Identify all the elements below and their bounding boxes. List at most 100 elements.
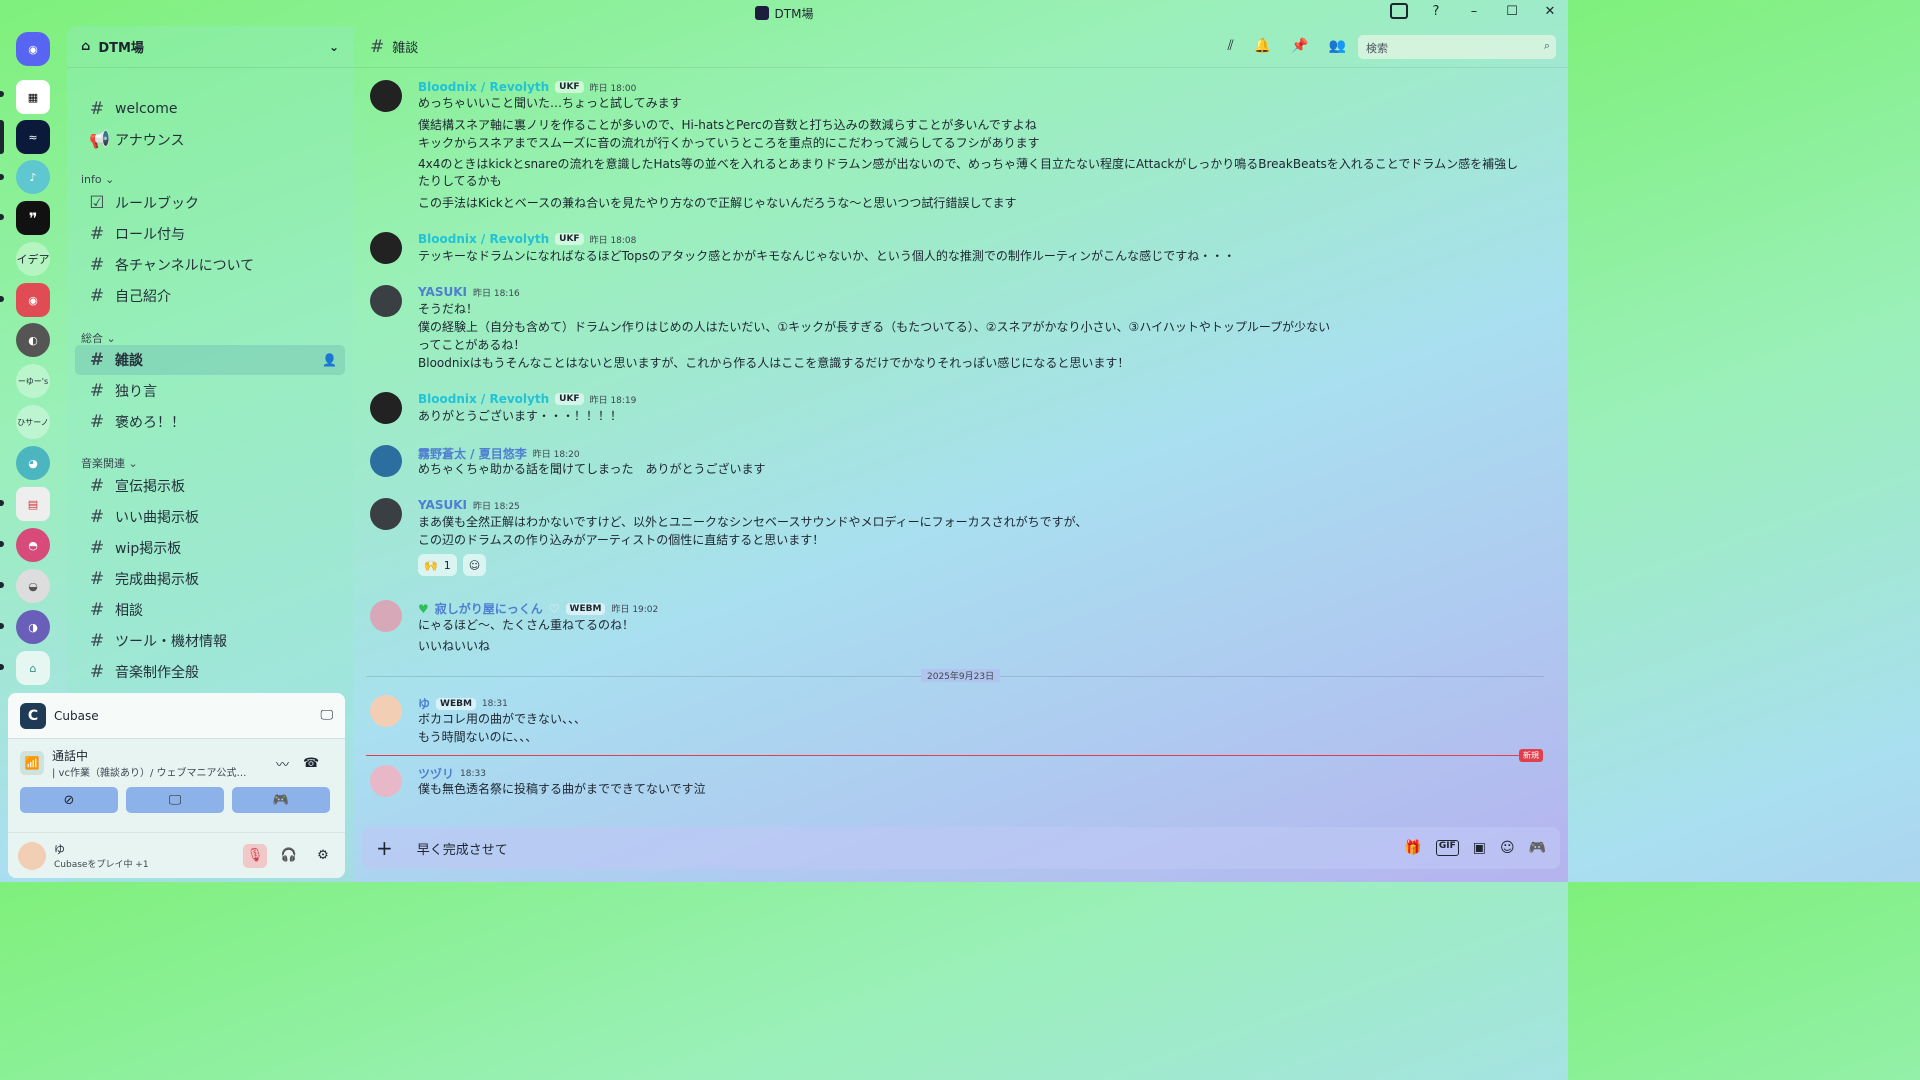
camera-button[interactable]: ⊘	[20, 787, 118, 813]
message-author[interactable]: Bloodnix / Revolyth	[418, 232, 549, 246]
server-dtm-icon[interactable]: ≈	[16, 120, 50, 154]
channel-praise[interactable]: # 褒めろ！！	[75, 407, 345, 437]
maximize-button[interactable]: ☐	[1502, 4, 1522, 19]
channel-welcome[interactable]: # welcome	[75, 94, 345, 124]
signal-icon: 📶	[20, 751, 44, 775]
channel-roles[interactable]: # ロール付与	[75, 219, 345, 249]
noise-suppression-icon[interactable]: 〰	[276, 754, 289, 773]
add-member-icon[interactable]: 👤	[322, 353, 337, 367]
server-idea-icon[interactable]: イデア	[16, 242, 50, 276]
close-button[interactable]: ✕	[1540, 4, 1560, 19]
plus-icon[interactable]: +	[376, 836, 393, 860]
channel-tools[interactable]: # ツール・機材情報	[75, 626, 345, 656]
avatar[interactable]	[370, 765, 402, 797]
server-purple-icon[interactable]: ◑	[16, 610, 50, 644]
message-time: 昨日 18:20	[532, 450, 580, 460]
server-cat-icon[interactable]: ◕	[16, 446, 50, 480]
channel-monologue[interactable]: # 独り言	[75, 376, 345, 406]
server-miku-icon[interactable]: ♪	[16, 160, 50, 194]
server-avatar-icon[interactable]: ◐	[16, 323, 50, 357]
message-line: にゃるほど～、たくさん重ねてるのね！	[418, 618, 635, 632]
message-author[interactable]: Bloodnix / Revolyth	[418, 392, 549, 406]
members-icon[interactable]: 👥	[1329, 38, 1346, 54]
channel-consult[interactable]: # 相談	[75, 595, 345, 625]
message-author[interactable]: 寂しがり屋にっくん	[435, 600, 543, 617]
avatar[interactable]	[370, 695, 402, 727]
emoji-icon[interactable]: ☺	[1500, 840, 1515, 856]
gif-icon[interactable]: GIF	[1435, 840, 1459, 856]
activity-row[interactable]: C Cubase 🖵	[8, 693, 345, 739]
hash-icon: #	[89, 631, 105, 651]
avatar[interactable]	[370, 600, 402, 632]
server-anime-icon[interactable]: ◓	[16, 528, 50, 562]
message-input[interactable]: 早く完成させて	[417, 839, 508, 858]
avatar[interactable]	[370, 285, 402, 317]
avatar[interactable]	[370, 80, 402, 112]
message-line: 僕結構スネア軸に裏ノリを作ることが多いので、Hi-hatsとPercの音数と打ち…	[418, 118, 1037, 132]
message-author[interactable]: ゆ	[418, 695, 430, 712]
headphones-icon[interactable]: 🎧	[277, 844, 301, 868]
server-poster-icon[interactable]: ▤	[16, 487, 50, 521]
gear-icon[interactable]: ⚙	[311, 844, 335, 868]
add-reaction-icon[interactable]: ☺	[462, 554, 487, 576]
message-author[interactable]: ツヅリ	[418, 765, 454, 782]
channel-production[interactable]: # 音楽制作全般	[75, 657, 345, 687]
message-list[interactable]: Bloodnix / Revolyth UKF 昨日 18:00 めっちゃいいこ…	[354, 68, 1568, 823]
server-qr-icon[interactable]: ▦	[16, 80, 50, 114]
avatar[interactable]	[370, 392, 402, 424]
threads-icon[interactable]: ⫽	[1227, 38, 1233, 54]
channel-wip[interactable]: # wip掲示板	[75, 533, 345, 563]
hash-icon: #	[89, 412, 105, 432]
voice-status: 📶 通話中 | vc作業（雑談あり）/ ウェブマニア公式… 〰 ☎	[8, 739, 345, 783]
guild-header[interactable]: ⌂ DTM場 ⌄	[67, 26, 353, 68]
discord-home-icon[interactable]: ◉	[16, 32, 50, 66]
message-author[interactable]: 霧野蒼太 / 夏目悠李	[418, 445, 527, 462]
reaction-pill[interactable]: 🙌 1	[418, 554, 457, 576]
message-author[interactable]: Bloodnix / Revolyth	[418, 80, 549, 94]
search-input[interactable]: 検索 ⌕	[1358, 35, 1556, 59]
avatar[interactable]	[370, 445, 402, 477]
channel-promo[interactable]: # 宣伝掲示板	[75, 471, 345, 501]
bell-icon[interactable]: 🔔	[1254, 38, 1271, 54]
channel-about[interactable]: # 各チャンネルについて	[75, 250, 345, 280]
mic-muted-icon[interactable]: 🎙	[243, 843, 267, 868]
disconnect-icon[interactable]: ☎	[303, 756, 319, 771]
channel-finished[interactable]: # 完成曲掲示板	[75, 564, 345, 594]
server-saa-icon[interactable]: ひサーノ	[16, 405, 50, 439]
server-discord-red-icon[interactable]: ◉	[16, 283, 50, 317]
message-time: 昨日 18:25	[472, 501, 520, 512]
apps-icon[interactable]: 🎮	[1529, 840, 1546, 856]
category-music[interactable]: 音楽関連 ⌄	[81, 455, 138, 471]
share-screen-button[interactable]: 🖵	[126, 787, 224, 813]
category-general[interactable]: 総合 ⌄	[81, 330, 116, 346]
activity-button[interactable]: 🎮	[232, 787, 330, 813]
channel-announce[interactable]: 📢 アナウンス	[75, 125, 345, 155]
user-area: ゆ Cubaseをプレイ中 +1 🎙 🎧 ⚙	[8, 832, 345, 878]
pin-icon[interactable]: 📌	[1291, 38, 1308, 54]
minimize-button[interactable]: –	[1464, 4, 1484, 19]
sticker-icon[interactable]: ▣	[1473, 840, 1486, 856]
gift-icon[interactable]: 🎁	[1404, 840, 1421, 856]
avatar[interactable]	[370, 498, 402, 530]
help-icon[interactable]: ?	[1426, 4, 1446, 19]
channel-intro[interactable]: # 自己紹介	[75, 281, 345, 311]
message-composer[interactable]: + 早く完成させて 🎁 GIF ▣ ☺ 🎮	[362, 827, 1560, 869]
category-info[interactable]: info ⌄	[81, 173, 114, 186]
server-girl-icon[interactable]: ◒	[16, 569, 50, 603]
avatar[interactable]	[370, 232, 402, 264]
message-author[interactable]: YASUKI	[418, 285, 467, 299]
server-yu-icon[interactable]: ーゆー's	[16, 364, 50, 398]
channel-chat[interactable]: # 雑談 👤	[75, 345, 345, 375]
server-quote-icon[interactable]: ❞	[16, 201, 50, 235]
screen-share-icon[interactable]: 🖵	[320, 708, 333, 723]
channel-good-songs[interactable]: # いい曲掲示板	[75, 502, 345, 532]
server-building-icon[interactable]: ⌂	[16, 651, 50, 685]
avatar[interactable]	[18, 841, 46, 870]
voice-channel-name[interactable]: | vc作業（雑談あり）/ ウェブマニア公式…	[52, 764, 262, 779]
channel-rulebook[interactable]: ☑ ルールブック	[75, 188, 345, 218]
inbox-icon[interactable]	[1390, 3, 1408, 19]
hash-icon: #	[89, 538, 105, 558]
message-author[interactable]: YASUKI	[418, 498, 467, 512]
message-line: まあ僕も全然正解はわかないですけど、以外とユニークなシンセベースサウンドやメロデ…	[418, 515, 1088, 529]
cubase-icon: C	[20, 702, 46, 729]
